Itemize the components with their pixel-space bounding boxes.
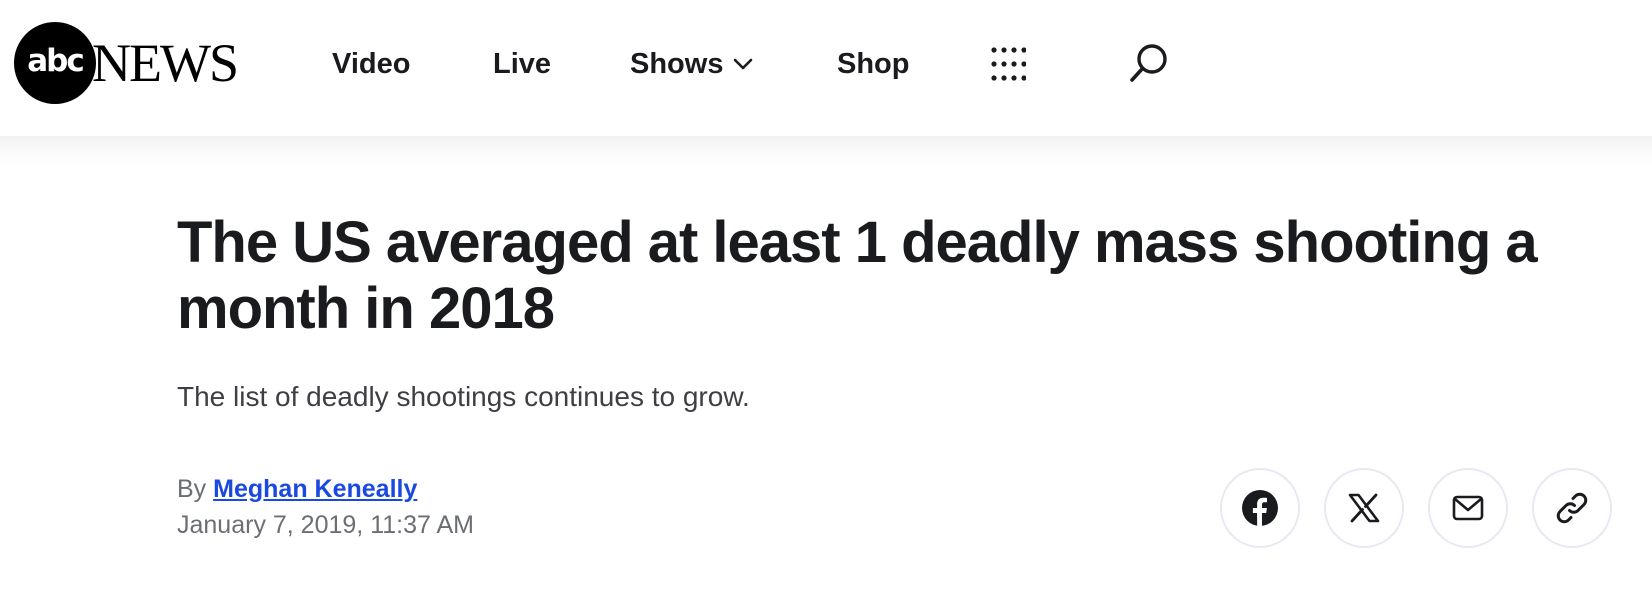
nav-shows-label: Shows bbox=[630, 48, 724, 80]
link-icon bbox=[1556, 492, 1588, 524]
article-subheadline: The list of deadly shootings continues t… bbox=[177, 381, 750, 412]
chevron-down-icon bbox=[734, 58, 753, 70]
news-wordmark: NEWS bbox=[92, 33, 239, 93]
nav-live-link[interactable]: Live bbox=[493, 44, 551, 84]
header-shadow bbox=[0, 136, 1652, 166]
mail-icon bbox=[1452, 495, 1484, 521]
share-x-button[interactable] bbox=[1324, 468, 1404, 548]
grid-dots-icon[interactable] bbox=[990, 46, 1026, 82]
copy-link-button[interactable] bbox=[1532, 468, 1612, 548]
share-email-button[interactable] bbox=[1428, 468, 1508, 548]
abc-logo-mark: abc bbox=[14, 22, 96, 104]
article-headline: The US averaged at least 1 deadly mass s… bbox=[177, 210, 1538, 341]
nav-shows-menu[interactable]: Shows bbox=[630, 44, 753, 84]
nav-shop-link[interactable]: Shop bbox=[837, 44, 910, 84]
abc-news-logo[interactable]: abc NEWS bbox=[14, 22, 249, 104]
byline: By Meghan Keneally bbox=[177, 472, 417, 506]
byline-prefix: By bbox=[177, 475, 207, 503]
publish-date: January 7, 2019, 11:37 AM bbox=[177, 511, 474, 539]
author-link[interactable]: Meghan Keneally bbox=[213, 475, 417, 503]
top-navigation-bar: abc NEWS Video Live Shows Shop bbox=[0, 0, 1652, 136]
facebook-icon bbox=[1242, 490, 1278, 526]
nav-video-link[interactable]: Video bbox=[332, 44, 410, 84]
search-icon[interactable] bbox=[1128, 42, 1170, 84]
share-facebook-button[interactable] bbox=[1220, 468, 1300, 548]
x-icon bbox=[1348, 493, 1380, 523]
